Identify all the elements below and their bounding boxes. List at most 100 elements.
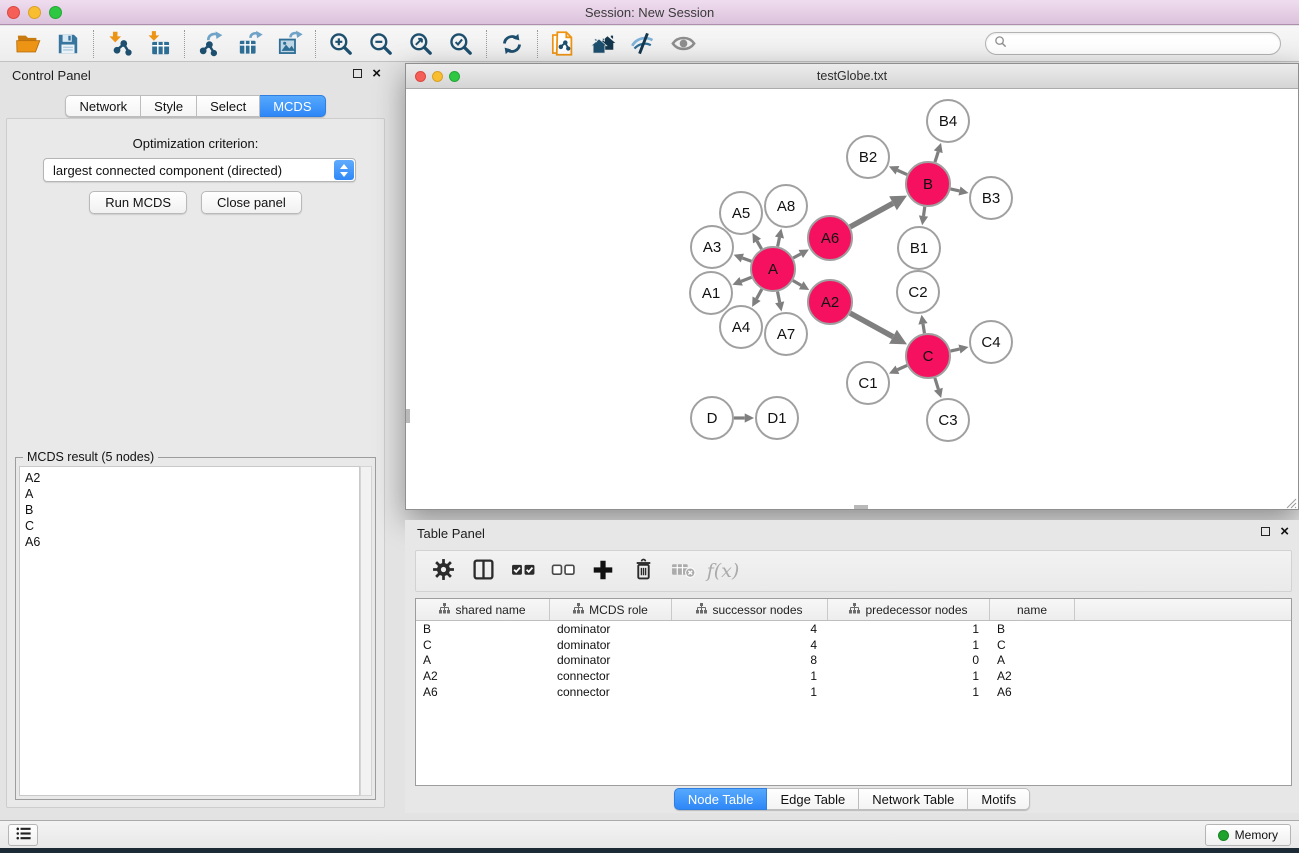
mcds-result-item[interactable]: B [25, 502, 359, 518]
export-network-button[interactable] [190, 28, 230, 60]
table-row[interactable]: Cdominator41C [416, 637, 1291, 653]
column-header-name[interactable]: name [990, 599, 1075, 620]
result-scrollbar[interactable] [360, 466, 372, 796]
search-input[interactable] [1012, 37, 1272, 51]
graph-edge-A6-B[interactable] [850, 196, 907, 227]
graph-edge-A-A2[interactable] [793, 281, 809, 290]
graph-node-C1[interactable]: C1 [847, 362, 889, 404]
cell-predecessor-nodes[interactable]: 1 [828, 685, 990, 699]
mcds-result-item[interactable]: A6 [25, 534, 359, 550]
cell-successor-nodes[interactable]: 8 [672, 653, 828, 667]
show-column-button[interactable] [466, 554, 500, 588]
graph-edge-A-A8[interactable] [775, 229, 784, 247]
cell-name[interactable]: A2 [990, 669, 1075, 683]
zoom-selected-button[interactable] [441, 28, 481, 60]
refresh-button[interactable] [492, 28, 532, 60]
cell-MCDS-role[interactable]: dominator [550, 638, 672, 652]
graph-node-A8[interactable]: A8 [765, 185, 807, 227]
graph-edge-A-A5[interactable] [752, 233, 761, 249]
close-panel-icon[interactable]: × [1280, 526, 1289, 537]
graph-node-A5[interactable]: A5 [720, 192, 762, 234]
table-row[interactable]: A6connector11A6 [416, 684, 1291, 700]
graph-edge-C-C1[interactable] [889, 365, 907, 374]
graph-node-A4[interactable]: A4 [720, 306, 762, 348]
create-column-button[interactable] [586, 554, 620, 588]
mcds-result-item[interactable]: C [25, 518, 359, 534]
graph-edge-B-B2[interactable] [889, 166, 907, 175]
graph-node-B4[interactable]: B4 [927, 100, 969, 142]
search-field[interactable] [985, 32, 1281, 55]
zoom-in-button[interactable] [321, 28, 361, 60]
cell-predecessor-nodes[interactable]: 0 [828, 653, 990, 667]
column-header-successor-nodes[interactable]: successor nodes [672, 599, 828, 620]
graph-node-A3[interactable]: A3 [691, 226, 733, 268]
graph-edge-A2-C[interactable] [850, 313, 907, 344]
tab-mcds[interactable]: MCDS [260, 95, 325, 117]
graph-node-B1[interactable]: B1 [898, 227, 940, 269]
zoom-out-button[interactable] [361, 28, 401, 60]
column-header-predecessor-nodes[interactable]: predecessor nodes [828, 599, 990, 620]
cell-name[interactable]: C [990, 638, 1075, 652]
float-panel-icon[interactable] [353, 69, 362, 78]
network-file-button[interactable] [543, 28, 583, 60]
graph-edge-C-C3[interactable] [934, 378, 943, 398]
graph-node-A6[interactable]: A6 [808, 216, 852, 260]
graph-edge-A-A6[interactable] [793, 249, 809, 258]
cell-successor-nodes[interactable]: 1 [672, 669, 828, 683]
panel-chooser-button[interactable] [8, 824, 38, 846]
graph-edge-A-A7[interactable] [775, 292, 784, 312]
graph-edge-B-B3[interactable] [950, 186, 968, 195]
mcds-result-item[interactable]: A2 [25, 470, 359, 486]
open-session-button[interactable] [8, 28, 48, 60]
table-row[interactable]: Adominator80A [416, 652, 1291, 668]
cell-MCDS-role[interactable]: dominator [550, 622, 672, 636]
cell-MCDS-role[interactable]: connector [550, 685, 672, 699]
tab-edge-table[interactable]: Edge Table [767, 788, 859, 810]
delete-table-button[interactable] [666, 554, 700, 588]
cell-predecessor-nodes[interactable]: 1 [828, 622, 990, 636]
cell-shared-name[interactable]: A [416, 653, 550, 667]
hide-graphics-button[interactable] [623, 28, 663, 60]
float-panel-icon[interactable] [1261, 527, 1270, 536]
graph-edge-A-A3[interactable] [734, 254, 752, 263]
zoom-fit-button[interactable] [401, 28, 441, 60]
cell-MCDS-role[interactable]: dominator [550, 653, 672, 667]
cell-predecessor-nodes[interactable]: 1 [828, 669, 990, 683]
tab-network-table[interactable]: Network Table [859, 788, 968, 810]
graph-node-D[interactable]: D [691, 397, 733, 439]
cell-name[interactable]: A6 [990, 685, 1075, 699]
cell-successor-nodes[interactable]: 1 [672, 685, 828, 699]
network-window-titlebar[interactable]: testGlobe.txt [406, 64, 1298, 89]
home-button[interactable] [583, 28, 623, 60]
graph-edge-A-A4[interactable] [752, 289, 762, 307]
delete-column-button[interactable] [626, 554, 660, 588]
memory-button[interactable]: Memory [1205, 824, 1291, 846]
graph-node-B2[interactable]: B2 [847, 136, 889, 178]
graph-node-B3[interactable]: B3 [970, 177, 1012, 219]
column-header-MCDS-role[interactable]: MCDS role [550, 599, 672, 620]
select-all-button[interactable] [506, 554, 540, 588]
cell-shared-name[interactable]: A2 [416, 669, 550, 683]
tab-motifs[interactable]: Motifs [968, 788, 1030, 810]
cell-shared-name[interactable]: B [416, 622, 550, 636]
resize-grip-icon[interactable] [1285, 496, 1297, 508]
graph-edge-D-D1[interactable] [734, 413, 754, 422]
cell-successor-nodes[interactable]: 4 [672, 638, 828, 652]
export-image-button[interactable] [270, 28, 310, 60]
graph-node-C2[interactable]: C2 [897, 271, 939, 313]
graph-node-A7[interactable]: A7 [765, 313, 807, 355]
cell-successor-nodes[interactable]: 4 [672, 622, 828, 636]
export-table-button[interactable] [230, 28, 270, 60]
graph-node-B[interactable]: B [906, 162, 950, 206]
graph-node-D1[interactable]: D1 [756, 397, 798, 439]
graph-node-C[interactable]: C [906, 334, 950, 378]
show-graphics-button[interactable] [663, 28, 703, 60]
network-canvas[interactable]: AA1A2A3A4A5A6A7A8BB1B2B3B4CC1C2C3C4DD1 [406, 89, 1298, 509]
tab-node-table[interactable]: Node Table [674, 788, 768, 810]
cell-MCDS-role[interactable]: connector [550, 669, 672, 683]
table-row[interactable]: A2connector11A2 [416, 668, 1291, 684]
close-panel-button[interactable]: Close panel [201, 191, 302, 214]
tab-style[interactable]: Style [141, 95, 197, 117]
graph-node-C3[interactable]: C3 [927, 399, 969, 441]
tab-network[interactable]: Network [65, 95, 141, 117]
